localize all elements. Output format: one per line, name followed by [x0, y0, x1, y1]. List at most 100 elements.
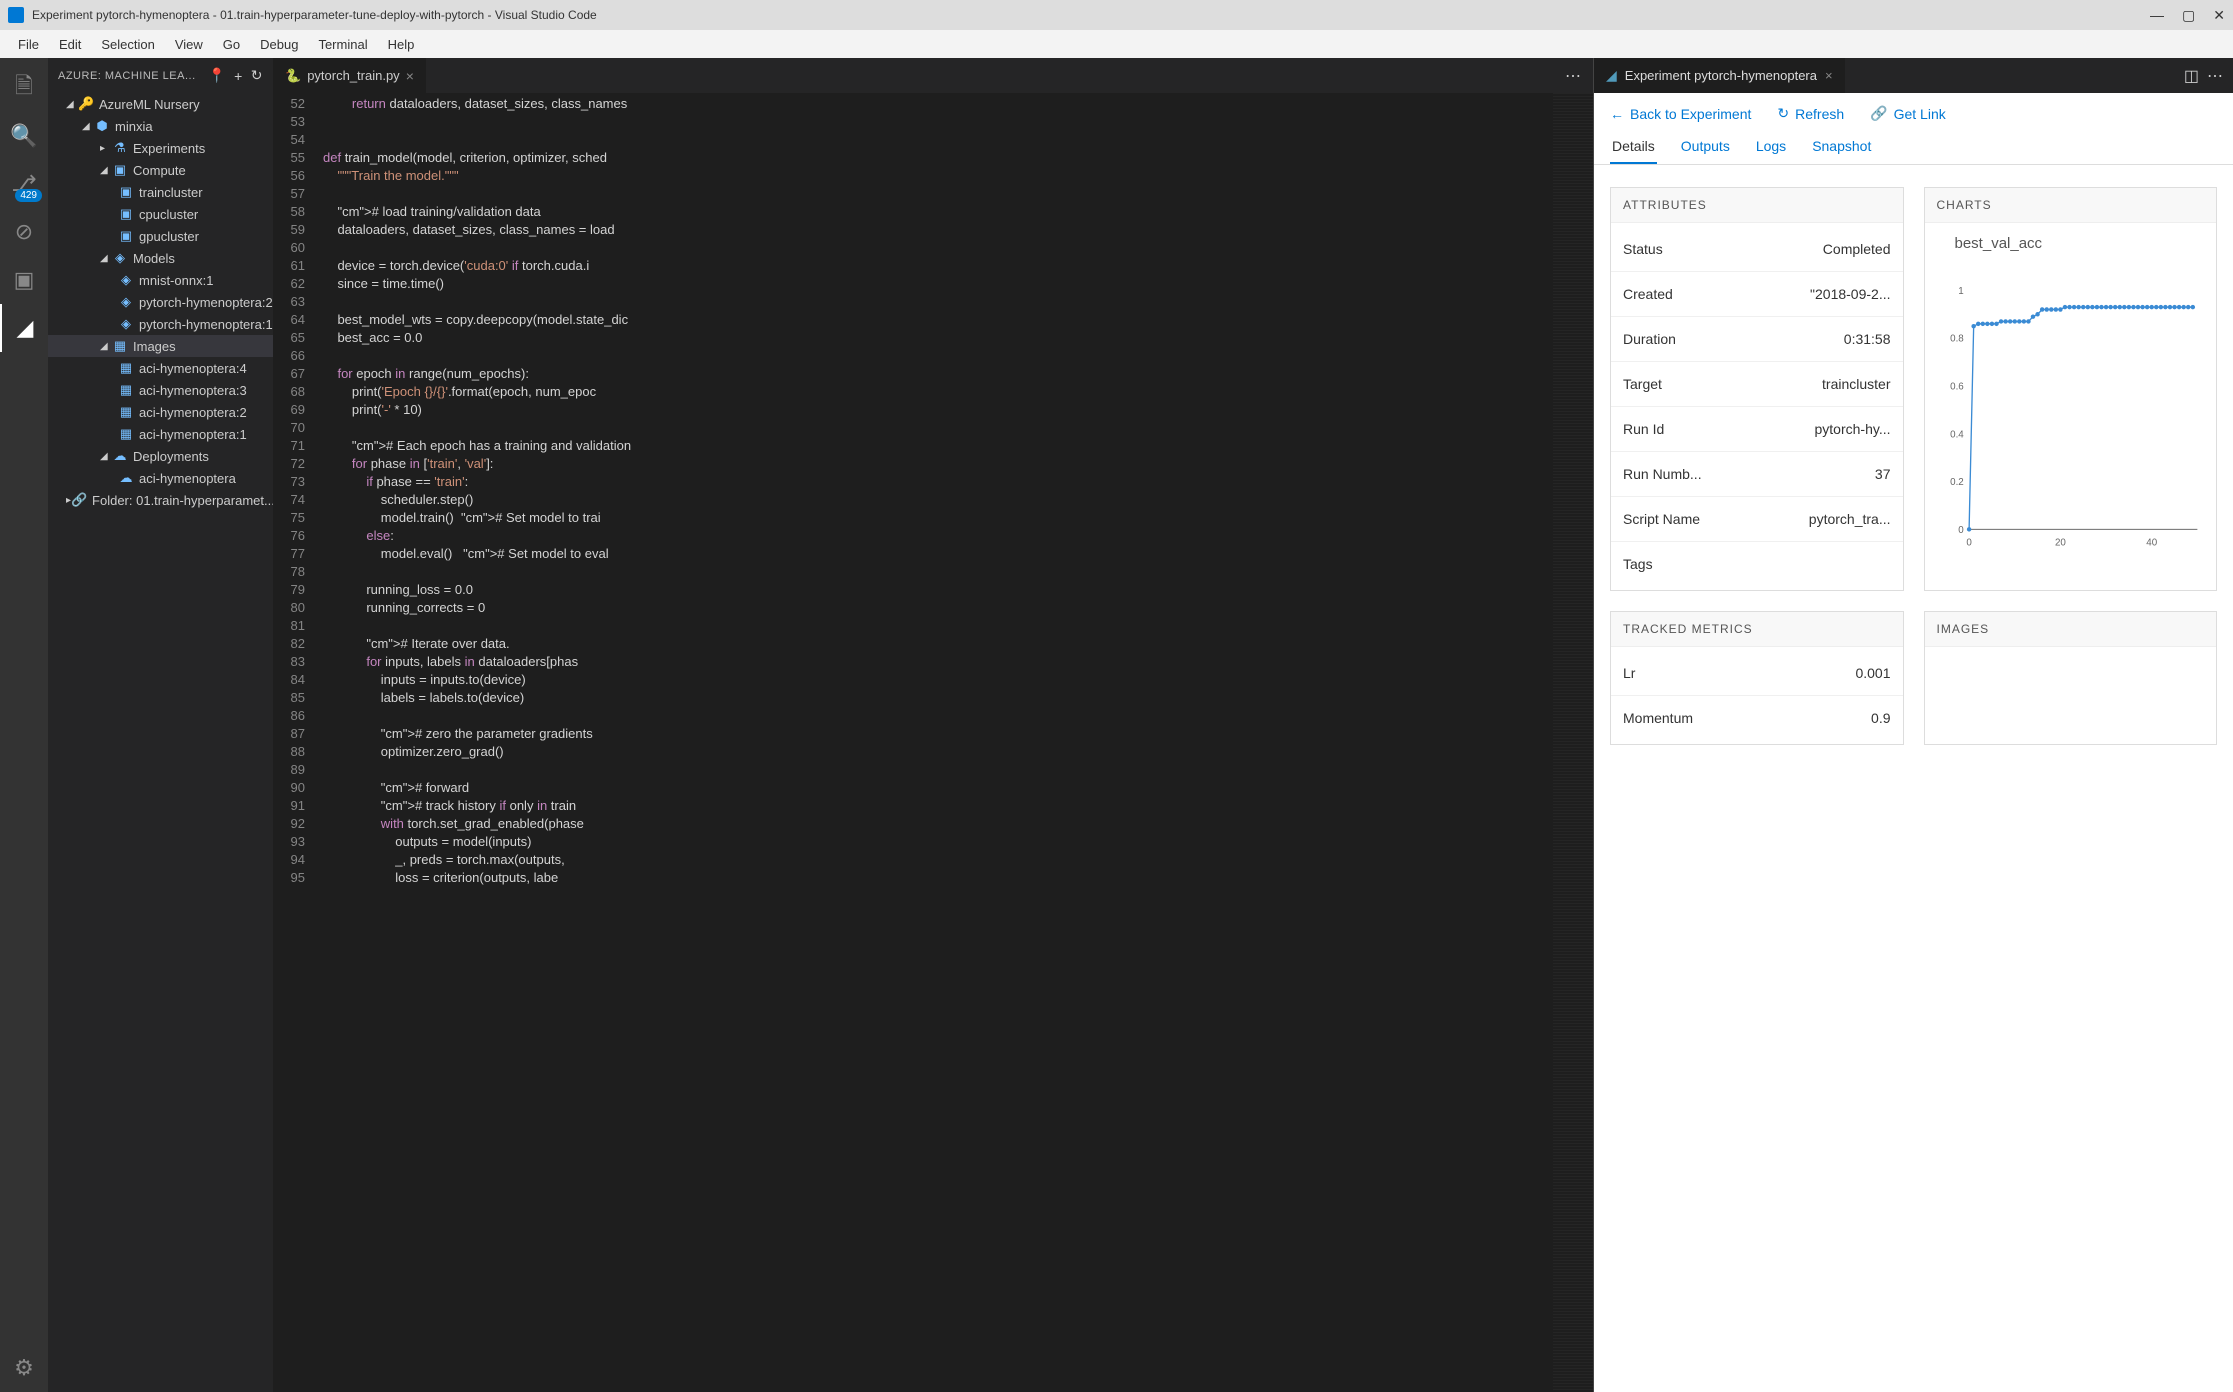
tab-logs[interactable]: Logs: [1754, 130, 1788, 164]
refresh-icon: ↻: [1777, 105, 1789, 122]
maximize-button[interactable]: ▢: [2182, 7, 2195, 24]
menu-view[interactable]: View: [165, 37, 213, 52]
tree-label: pytorch-hymenoptera:1: [139, 317, 273, 332]
tree-label: gpucluster: [139, 229, 199, 244]
tree-label: Experiments: [133, 141, 205, 156]
add-icon[interactable]: +: [234, 68, 243, 84]
tree-image-item[interactable]: ▦aci-hymenoptera:3: [48, 379, 273, 401]
extensions-icon[interactable]: ▣: [0, 256, 48, 304]
close-icon[interactable]: ×: [1825, 68, 1833, 83]
tab-snapshot[interactable]: Snapshot: [1810, 130, 1873, 164]
action-label: Get Link: [1894, 106, 1946, 122]
split-editor-icon[interactable]: ◫: [2184, 66, 2199, 86]
images-card: IMAGES: [1924, 611, 2218, 745]
tree-workspace[interactable]: ◢⬢minxia: [48, 115, 273, 137]
editor-tabs: 🐍 pytorch_train.py × ⋯: [273, 58, 1593, 93]
pin-icon[interactable]: 📍: [208, 67, 226, 84]
search-icon[interactable]: 🔍: [0, 112, 48, 160]
menu-debug[interactable]: Debug: [250, 37, 308, 52]
tree-deployments[interactable]: ◢☁Deployments: [48, 445, 273, 467]
attr-value: pytorch-hy...: [1815, 421, 1891, 437]
panel-more-icon[interactable]: ⋯: [2207, 66, 2223, 86]
attr-row: StatusCompleted: [1611, 227, 1903, 272]
tab-details[interactable]: Details: [1610, 130, 1657, 164]
menu-terminal[interactable]: Terminal: [308, 37, 377, 52]
chart-svg: 00.20.40.60.8102040: [1937, 262, 2205, 572]
tree-compute-item[interactable]: ▣gpucluster: [48, 225, 273, 247]
debug-icon[interactable]: ⊘: [0, 208, 48, 256]
refresh-button[interactable]: ↻Refresh: [1777, 105, 1844, 122]
explorer-icon[interactable]: 🗎: [0, 64, 48, 112]
attr-value: 0:31:58: [1844, 331, 1891, 347]
editor: 🐍 pytorch_train.py × ⋯ 52535455565758596…: [273, 58, 1593, 1392]
images-body: [1925, 647, 2217, 707]
back-button[interactable]: ←Back to Experiment: [1610, 106, 1751, 122]
tree-image-item[interactable]: ▦aci-hymenoptera:2: [48, 401, 273, 423]
metrics-body: Lr0.001Momentum0.9: [1611, 647, 1903, 744]
azure-icon[interactable]: ◢: [0, 304, 48, 352]
metric-value: 0.9: [1871, 710, 1890, 726]
menu-selection[interactable]: Selection: [91, 37, 164, 52]
tree-model-item[interactable]: ◈mnist-onnx:1: [48, 269, 273, 291]
attributes-body: StatusCompleted Created "2018-09-2... Durat…: [1611, 223, 1903, 590]
attr-key: Run Id: [1623, 421, 1664, 437]
tree-models[interactable]: ◢◈Models: [48, 247, 273, 269]
attr-key: Tags: [1623, 556, 1653, 572]
tree-deployment-item[interactable]: ☁aci-hymenoptera: [48, 467, 273, 489]
tree-label: traincluster: [139, 185, 203, 200]
tree-experiments[interactable]: ▸⚗Experiments: [48, 137, 273, 159]
attr-key: Created: [1623, 286, 1673, 302]
close-icon[interactable]: ×: [406, 68, 414, 84]
chart-body: best_val_acc 00.20.40.60.8102040: [1925, 223, 2217, 589]
title-bar: Experiment pytorch-hymenoptera - 01.trai…: [0, 0, 2233, 30]
sidebar-header: AZURE: MACHINE LEA... 📍 + ↻: [48, 58, 273, 93]
attr-row: Run Numb...37: [1611, 452, 1903, 497]
tree-compute-item[interactable]: ▣traincluster: [48, 181, 273, 203]
attr-value: "2018-09-2...: [1810, 286, 1890, 302]
attr-row: Duration0:31:58: [1611, 317, 1903, 362]
tree-model-item[interactable]: ◈pytorch-hymenoptera:2: [48, 291, 273, 313]
attr-key: Run Numb...: [1623, 466, 1702, 482]
close-button[interactable]: ✕: [2213, 7, 2225, 24]
menu-edit[interactable]: Edit: [49, 37, 91, 52]
svg-text:0.8: 0.8: [1950, 334, 1964, 345]
minimize-button[interactable]: —: [2150, 7, 2164, 24]
svg-text:0: 0: [1958, 525, 1964, 536]
menu-file[interactable]: File: [8, 37, 49, 52]
tree-label: AzureML Nursery: [99, 97, 200, 112]
attr-row: Script Namepytorch_tra...: [1611, 497, 1903, 542]
menu-go[interactable]: Go: [213, 37, 250, 52]
code-area[interactable]: 5253545556575859606162636465666768697071…: [273, 93, 1593, 1392]
getlink-button[interactable]: 🔗Get Link: [1870, 105, 1946, 122]
attr-key: Script Name: [1623, 511, 1700, 527]
tree-folder[interactable]: ▸🔗Folder: 01.train-hyperparamet...: [48, 489, 273, 511]
panel-tab[interactable]: ◢ Experiment pytorch-hymenoptera ×: [1594, 58, 1845, 93]
tree-subscription[interactable]: ◢🔑AzureML Nursery: [48, 93, 273, 115]
main-layout: 🗎 🔍 ⎇429 ⊘ ▣ ◢ ⚙ AZURE: MACHINE LEA... 📍…: [0, 58, 2233, 1392]
tree-image-item[interactable]: ▦aci-hymenoptera:4: [48, 357, 273, 379]
tree-images[interactable]: ◢▦Images: [48, 335, 273, 357]
menu-help[interactable]: Help: [378, 37, 425, 52]
scm-icon[interactable]: ⎇429: [0, 160, 48, 208]
python-icon: 🐍: [285, 68, 301, 84]
window-controls: — ▢ ✕: [2150, 7, 2225, 24]
tree-model-item[interactable]: ◈pytorch-hymenoptera:1: [48, 313, 273, 335]
sidebar-title: AZURE: MACHINE LEA...: [58, 70, 200, 82]
editor-more-icon[interactable]: ⋯: [1553, 66, 1593, 86]
refresh-icon[interactable]: ↻: [251, 67, 263, 84]
azureml-icon: ◢: [1606, 67, 1617, 84]
tree-compute-item[interactable]: ▣cpucluster: [48, 203, 273, 225]
tree-label: minxia: [115, 119, 153, 134]
editor-tab[interactable]: 🐍 pytorch_train.py ×: [273, 58, 426, 93]
attr-value: Completed: [1823, 241, 1891, 257]
tree-image-item[interactable]: ▦aci-hymenoptera:1: [48, 423, 273, 445]
svg-text:20: 20: [2054, 537, 2065, 548]
code-content[interactable]: return dataloaders, dataset_sizes, class…: [323, 93, 1553, 1392]
tab-outputs[interactable]: Outputs: [1679, 130, 1732, 164]
charts-card: CHARTS best_val_acc 00.20.40.60.8102040: [1924, 187, 2218, 591]
settings-icon[interactable]: ⚙: [0, 1344, 48, 1392]
attributes-card: ATTRIBUTES StatusCompletedCreated"2018-0…: [1610, 187, 1904, 591]
minimap[interactable]: [1553, 93, 1593, 1392]
tree-compute[interactable]: ◢▣Compute: [48, 159, 273, 181]
metric-row: Lr0.001: [1611, 651, 1903, 696]
